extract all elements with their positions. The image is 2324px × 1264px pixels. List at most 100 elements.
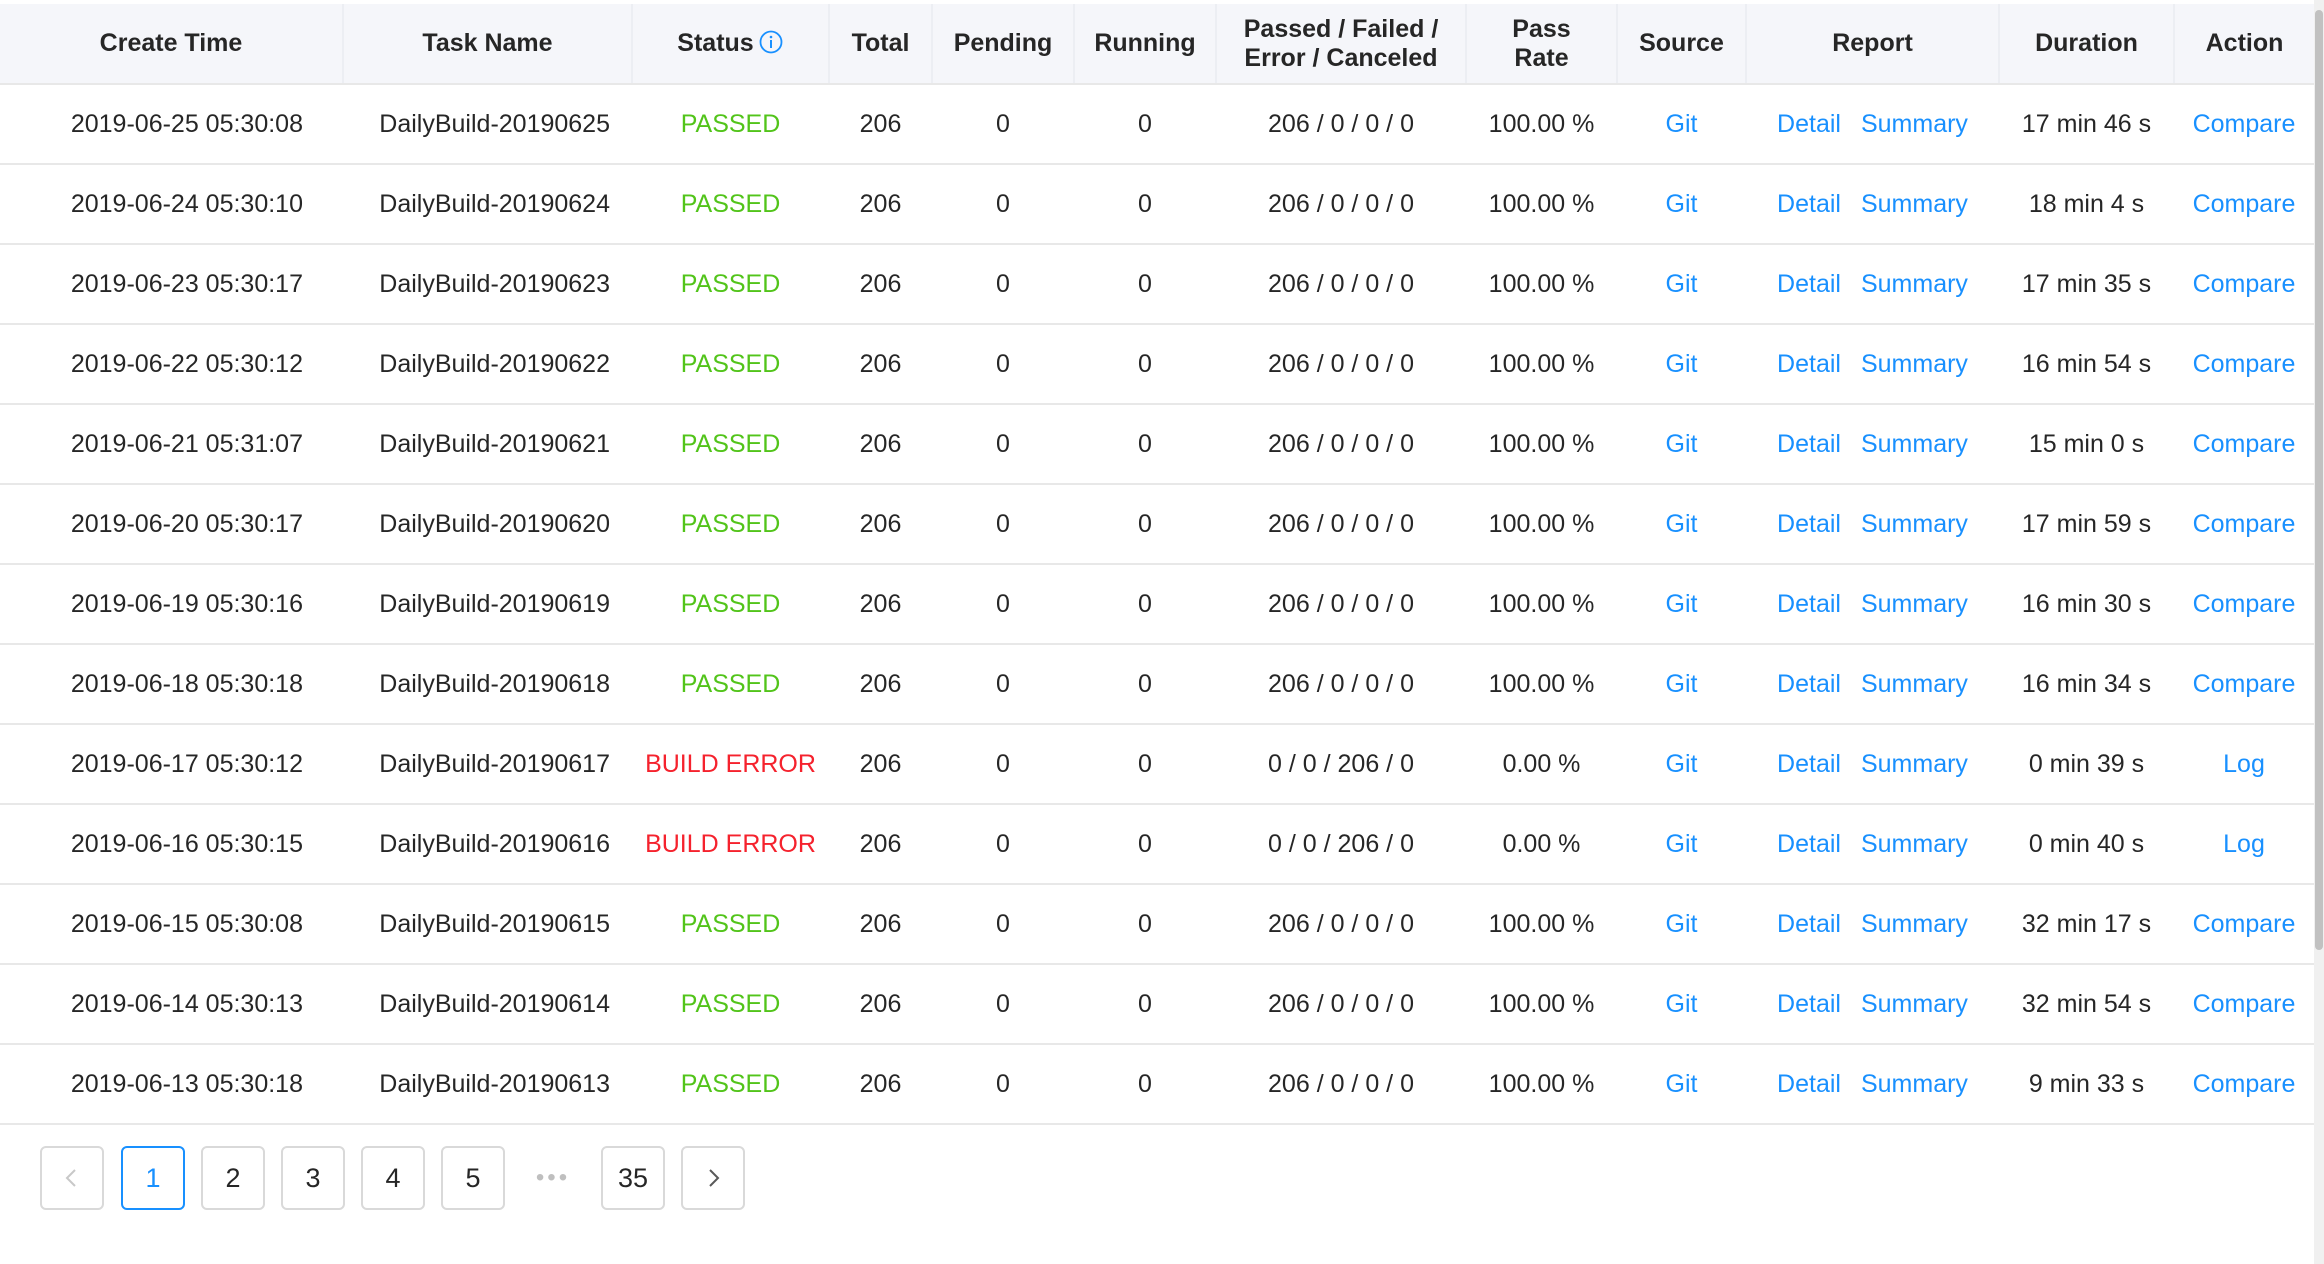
report-detail-link[interactable]: Detail xyxy=(1777,510,1841,538)
report-detail-link[interactable]: Detail xyxy=(1777,1070,1841,1098)
header-status[interactable]: Status xyxy=(632,4,830,85)
header-total[interactable]: Total xyxy=(829,4,933,85)
source-git-link[interactable]: Git xyxy=(1666,190,1698,218)
next-page-button[interactable] xyxy=(681,1146,745,1210)
cell-create-time: 2019-06-21 05:31:07 xyxy=(70,429,303,458)
report-detail-link[interactable]: Detail xyxy=(1777,110,1841,138)
action-log-link[interactable]: Log xyxy=(2223,830,2265,858)
source-git-link[interactable]: Git xyxy=(1666,110,1698,138)
report-detail-link[interactable]: Detail xyxy=(1777,350,1841,378)
cell-passed-failed-error-canceled: 206 / 0 / 0 / 0 xyxy=(1268,109,1414,138)
header-pending[interactable]: Pending xyxy=(932,4,1075,85)
report-summary-link[interactable]: Summary xyxy=(1861,830,1968,858)
action-compare-link[interactable]: Compare xyxy=(2193,190,2296,218)
header-action[interactable]: Action xyxy=(2174,4,2314,85)
source-git-link[interactable]: Git xyxy=(1666,1070,1698,1098)
source-git-link[interactable]: Git xyxy=(1666,510,1698,538)
page-3-button[interactable]: 3 xyxy=(281,1146,345,1210)
header-pfec-line2: Error / Canceled xyxy=(1244,43,1438,72)
report-summary-link[interactable]: Summary xyxy=(1861,910,1968,938)
report-detail-link[interactable]: Detail xyxy=(1777,430,1841,458)
cell-report: Detail Summary xyxy=(1746,804,1999,884)
source-git-link[interactable]: Git xyxy=(1666,270,1698,298)
cell-running: 0 xyxy=(1138,829,1152,858)
table-row: 2019-06-20 05:30:17 DailyBuild-20190620 PA… xyxy=(0,484,2314,564)
header-running[interactable]: Running xyxy=(1074,4,1217,85)
cell-pending: 0 xyxy=(996,1069,1010,1098)
report-summary-link[interactable]: Summary xyxy=(1861,190,1968,218)
scrollbar-thumb[interactable] xyxy=(2315,10,2323,950)
source-git-link[interactable]: Git xyxy=(1666,910,1698,938)
cell-pass-rate: 100.00 % xyxy=(1488,1069,1595,1098)
action-compare-link[interactable]: Compare xyxy=(2193,990,2296,1018)
report-summary-link[interactable]: Summary xyxy=(1861,990,1968,1018)
cell-pass-rate: 0.00 % xyxy=(1502,749,1581,778)
header-pass-rate[interactable]: Pass Rate xyxy=(1466,4,1618,85)
report-summary-link[interactable]: Summary xyxy=(1861,270,1968,298)
source-git-link[interactable]: Git xyxy=(1666,350,1698,378)
source-git-link[interactable]: Git xyxy=(1666,830,1698,858)
cell-report: Detail Summary xyxy=(1746,964,1999,1044)
source-git-link[interactable]: Git xyxy=(1666,430,1698,458)
info-circle-icon[interactable] xyxy=(758,29,784,55)
action-compare-link[interactable]: Compare xyxy=(2193,270,2296,298)
vertical-scrollbar[interactable] xyxy=(2314,0,2324,1264)
report-summary-link[interactable]: Summary xyxy=(1861,1070,1968,1098)
header-report[interactable]: Report xyxy=(1746,4,2000,85)
source-git-link[interactable]: Git xyxy=(1666,750,1698,778)
action-compare-link[interactable]: Compare xyxy=(2193,430,2296,458)
cell-pending: 0 xyxy=(996,189,1010,218)
report-detail-link[interactable]: Detail xyxy=(1777,590,1841,618)
header-source[interactable]: Source xyxy=(1617,4,1747,85)
source-git-link[interactable]: Git xyxy=(1666,990,1698,1018)
page-4-button[interactable]: 4 xyxy=(361,1146,425,1210)
action-compare-link[interactable]: Compare xyxy=(2193,350,2296,378)
report-summary-link[interactable]: Summary xyxy=(1861,510,1968,538)
action-compare-link[interactable]: Compare xyxy=(2193,670,2296,698)
cell-passed-failed-error-canceled: 206 / 0 / 0 / 0 xyxy=(1268,589,1414,618)
cell-action: Compare xyxy=(2174,404,2314,484)
cell-duration: 16 min 54 s xyxy=(2021,349,2152,378)
report-detail-link[interactable]: Detail xyxy=(1777,670,1841,698)
cell-action: Compare xyxy=(2174,564,2314,644)
report-summary-link[interactable]: Summary xyxy=(1861,110,1968,138)
pagination-ellipsis[interactable]: ••• xyxy=(521,1146,585,1210)
header-create-time[interactable]: Create Time xyxy=(0,4,344,85)
cell-running: 0 xyxy=(1138,189,1152,218)
report-summary-link[interactable]: Summary xyxy=(1861,590,1968,618)
page-5-button[interactable]: 5 xyxy=(441,1146,505,1210)
page-1-button[interactable]: 1 xyxy=(121,1146,185,1210)
report-detail-link[interactable]: Detail xyxy=(1777,990,1841,1018)
cell-pending: 0 xyxy=(996,829,1010,858)
action-compare-link[interactable]: Compare xyxy=(2193,510,2296,538)
cell-create-time: 2019-06-19 05:30:16 xyxy=(70,589,303,618)
cell-passed-failed-error-canceled: 206 / 0 / 0 / 0 xyxy=(1268,509,1414,538)
source-git-link[interactable]: Git xyxy=(1666,670,1698,698)
report-summary-link[interactable]: Summary xyxy=(1861,350,1968,378)
prev-page-button[interactable] xyxy=(40,1146,104,1210)
report-detail-link[interactable]: Detail xyxy=(1777,910,1841,938)
cell-report: Detail Summary xyxy=(1746,884,1999,964)
report-summary-link[interactable]: Summary xyxy=(1861,670,1968,698)
cell-source: Git xyxy=(1617,644,1746,724)
report-summary-link[interactable]: Summary xyxy=(1861,430,1968,458)
action-compare-link[interactable]: Compare xyxy=(2193,1070,2296,1098)
report-detail-link[interactable]: Detail xyxy=(1777,830,1841,858)
cell-report: Detail Summary xyxy=(1746,564,1999,644)
report-detail-link[interactable]: Detail xyxy=(1777,270,1841,298)
action-compare-link[interactable]: Compare xyxy=(2193,910,2296,938)
source-git-link[interactable]: Git xyxy=(1666,590,1698,618)
report-summary-link[interactable]: Summary xyxy=(1861,750,1968,778)
action-compare-link[interactable]: Compare xyxy=(2193,110,2296,138)
header-passed-failed-error-canceled[interactable]: Passed / Failed / Error / Canceled xyxy=(1216,4,1467,85)
cell-source: Git xyxy=(1617,484,1746,564)
report-detail-link[interactable]: Detail xyxy=(1777,190,1841,218)
header-duration[interactable]: Duration xyxy=(1999,4,2175,85)
page-last-button[interactable]: 35 xyxy=(601,1146,665,1210)
cell-action: Compare xyxy=(2174,964,2314,1044)
action-log-link[interactable]: Log xyxy=(2223,750,2265,778)
report-detail-link[interactable]: Detail xyxy=(1777,750,1841,778)
action-compare-link[interactable]: Compare xyxy=(2193,590,2296,618)
page-2-button[interactable]: 2 xyxy=(201,1146,265,1210)
header-task-name[interactable]: Task Name xyxy=(343,4,633,85)
